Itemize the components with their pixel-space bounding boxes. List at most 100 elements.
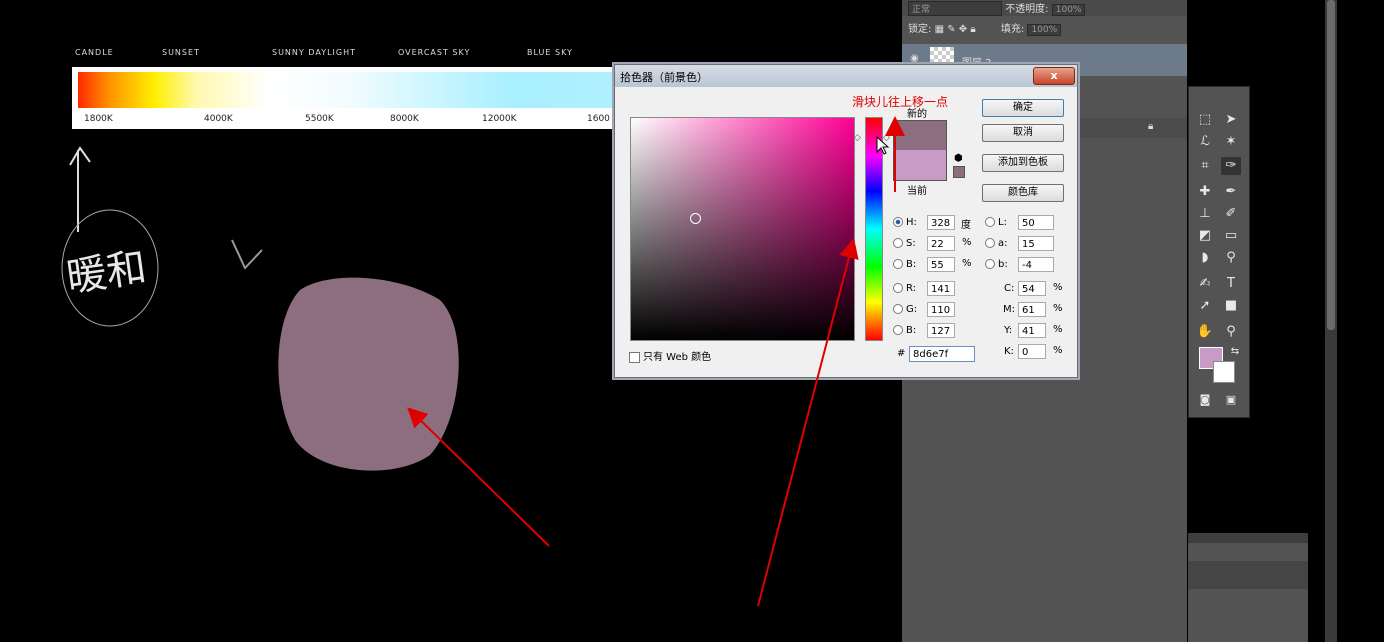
out-of-gamut-cube-icon[interactable]: ⬢: [954, 153, 963, 164]
type-tool-icon[interactable]: T: [1221, 275, 1241, 293]
saturation-brightness-field[interactable]: [630, 117, 855, 341]
color-libraries-button[interactable]: 颜色库: [982, 184, 1064, 202]
zoom-tool-icon[interactable]: ⚲: [1221, 323, 1241, 341]
dialog-title: 拾色器（前景色）: [620, 71, 708, 84]
y-label: Y:: [1004, 325, 1013, 336]
cancel-button[interactable]: 取消: [982, 124, 1064, 142]
path-selection-tool-icon[interactable]: ➚: [1195, 297, 1215, 315]
screen-mode-icon[interactable]: ▣: [1221, 391, 1241, 409]
pink-blob: [278, 277, 459, 471]
color-picker-cursor[interactable]: [690, 213, 701, 224]
blue-input[interactable]: 127: [927, 323, 955, 338]
c-input[interactable]: 54: [1018, 281, 1046, 296]
lab-b-input[interactable]: -4: [1018, 257, 1054, 272]
s-label: S:: [906, 238, 916, 249]
y-unit: %: [1053, 324, 1063, 335]
g-radio[interactable]: [893, 304, 903, 314]
healing-brush-tool-icon[interactable]: ✚: [1195, 183, 1215, 201]
m-label: M:: [1003, 304, 1015, 315]
bottom-panel-row: [1188, 561, 1308, 589]
h-radio[interactable]: [893, 217, 903, 227]
lock-paint-icon[interactable]: ✎: [947, 24, 955, 35]
vertical-scrollbar[interactable]: [1325, 0, 1337, 642]
hue-slider-handle-left-icon[interactable]: ◇: [854, 133, 861, 143]
a-radio-row[interactable]: a:: [985, 235, 1008, 252]
l-input[interactable]: 50: [1018, 215, 1054, 230]
scrollbar-thumb[interactable]: [1327, 0, 1335, 330]
dialog-titlebar[interactable]: 拾色器（前景色） x: [615, 65, 1077, 87]
marquee-tool-icon[interactable]: ⬚: [1195, 111, 1215, 129]
k-input[interactable]: 0: [1018, 344, 1046, 359]
eraser-tool-icon[interactable]: ◩: [1195, 227, 1215, 245]
canvas-drawing: [61, 146, 459, 471]
hue-slider[interactable]: [865, 117, 883, 341]
crop-tool-icon[interactable]: ⌗: [1195, 157, 1215, 175]
lock-all-icon[interactable]: 🔒︎: [970, 24, 975, 35]
eyedropper-tool-icon[interactable]: ✑: [1221, 157, 1241, 175]
b-radio-row[interactable]: B:: [893, 256, 916, 273]
pen-tool-icon[interactable]: ✍: [1195, 275, 1215, 293]
s-radio-row[interactable]: S:: [893, 235, 916, 252]
lasso-tool-icon[interactable]: ℒ: [1195, 133, 1215, 151]
gradient-tool-icon[interactable]: ▭: [1221, 227, 1241, 245]
web-safe-swatch[interactable]: [953, 166, 965, 178]
history-brush-tool-icon[interactable]: ✐: [1221, 205, 1241, 223]
close-button[interactable]: x: [1033, 67, 1075, 85]
l-radio-row[interactable]: L:: [985, 214, 1007, 231]
opacity-field[interactable]: 100%: [1051, 4, 1086, 16]
r-input[interactable]: 141: [927, 281, 955, 296]
h-unit: 度: [961, 220, 971, 231]
swap-colors-icon[interactable]: ⇆: [1225, 343, 1245, 361]
visibility-eye-icon[interactable]: ◉: [910, 53, 919, 64]
dodge-tool-icon[interactable]: ⚲: [1221, 249, 1241, 267]
r-radio[interactable]: [893, 283, 903, 293]
hand-tool-icon[interactable]: ✋: [1195, 323, 1215, 341]
g-input[interactable]: 110: [927, 302, 955, 317]
m-input[interactable]: 61: [1018, 302, 1046, 317]
stamp-tool-icon[interactable]: ⊥: [1195, 205, 1215, 223]
m-unit: %: [1053, 303, 1063, 314]
background-color-swatch[interactable]: [1213, 361, 1235, 383]
move-tool-icon[interactable]: ➤: [1221, 111, 1241, 129]
hue-slider-handle-right-icon[interactable]: ◇: [883, 133, 890, 143]
lock-move-icon[interactable]: ✥: [959, 24, 967, 35]
r-radio-row[interactable]: R:: [893, 280, 916, 297]
bottom-panel-header: [1188, 533, 1308, 543]
hex-input[interactable]: 8d6e7f: [909, 346, 975, 362]
ok-button[interactable]: 确定: [982, 99, 1064, 117]
a-label: a:: [998, 238, 1008, 249]
magic-wand-tool-icon[interactable]: ✶: [1221, 133, 1241, 151]
blue-radio-row[interactable]: B:: [893, 322, 916, 339]
y-input[interactable]: 41: [1018, 323, 1046, 338]
blend-mode-select[interactable]: 正常: [908, 1, 1002, 16]
add-to-swatches-button[interactable]: 添加到色板: [982, 154, 1064, 172]
lock-transparency-icon[interactable]: ▦: [935, 24, 944, 35]
g-label: G:: [906, 304, 918, 315]
blue-label: B:: [906, 325, 917, 336]
s-radio[interactable]: [893, 238, 903, 248]
hex-label: #: [897, 348, 906, 359]
h-radio-row[interactable]: H:: [893, 214, 917, 231]
g-radio-row[interactable]: G:: [893, 301, 917, 318]
l-radio[interactable]: [985, 217, 995, 227]
h-input[interactable]: 328: [927, 215, 955, 230]
a-radio[interactable]: [985, 238, 995, 248]
lab-b-radio[interactable]: [985, 259, 995, 269]
current-color-swatch[interactable]: [893, 150, 947, 181]
blur-tool-icon[interactable]: ◗: [1195, 249, 1215, 267]
fill-field[interactable]: 100%: [1027, 24, 1062, 36]
c-label: C:: [1004, 283, 1015, 294]
brush-tool-icon[interactable]: ✒: [1221, 183, 1241, 201]
shape-tool-icon[interactable]: ■: [1221, 297, 1241, 315]
web-colors-only-checkbox[interactable]: 只有 Web 颜色: [629, 348, 711, 363]
quick-mask-icon[interactable]: ◙: [1195, 391, 1215, 409]
a-input[interactable]: 15: [1018, 236, 1054, 251]
blue-radio[interactable]: [893, 325, 903, 335]
s-input[interactable]: 22: [927, 236, 955, 251]
lab-b-radio-row[interactable]: b:: [985, 256, 1008, 273]
b-input[interactable]: 55: [927, 257, 955, 272]
b-radio[interactable]: [893, 259, 903, 269]
k-label: K:: [1004, 346, 1014, 357]
checkbox-box[interactable]: [629, 351, 640, 363]
down-arrow-scribble: [231, 239, 263, 270]
